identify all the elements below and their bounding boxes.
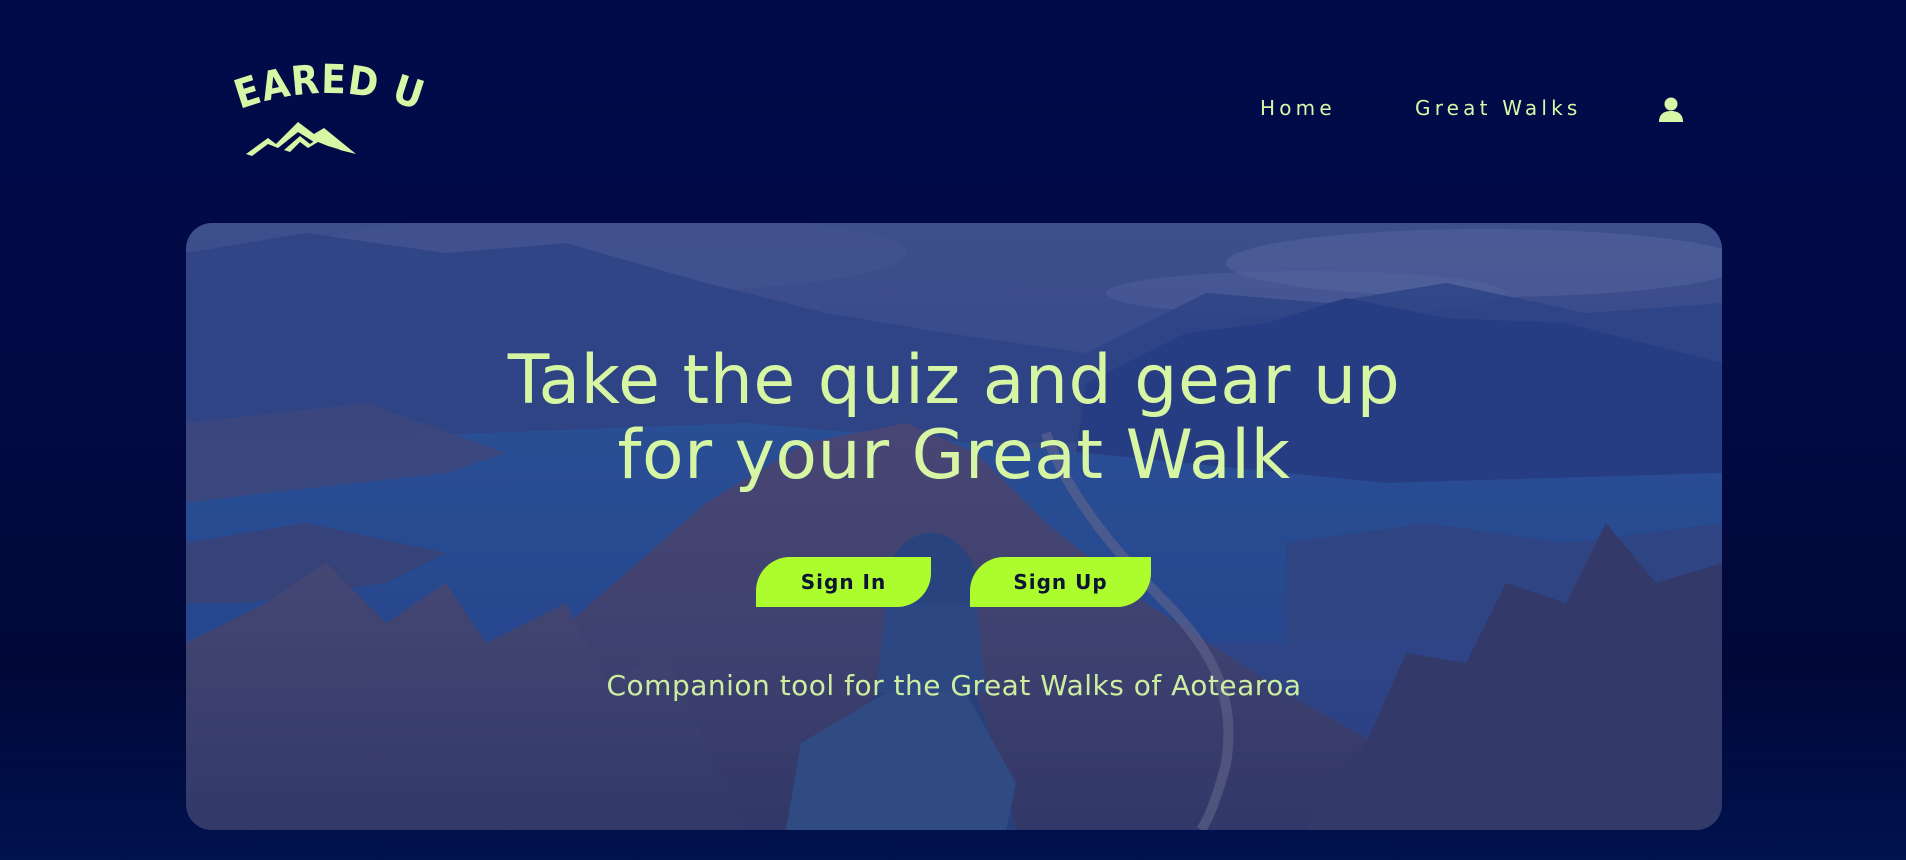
mountain-icon bbox=[246, 122, 356, 156]
geared-up-logo[interactable]: GEARED UP bbox=[213, 16, 429, 162]
hero-title-line-2: for your Great Walk bbox=[617, 416, 1291, 495]
hero-subtitle: Companion tool for the Great Walks of Ao… bbox=[606, 669, 1302, 702]
user-icon[interactable] bbox=[1657, 95, 1685, 123]
logo-graphic: GEARED UP bbox=[213, 16, 429, 156]
sign-up-button[interactable]: Sign Up bbox=[970, 557, 1151, 607]
nav-home-link[interactable]: Home bbox=[1260, 96, 1336, 120]
hero-overlay bbox=[186, 223, 1722, 830]
hero-section: Take the quiz and gear up for your Great… bbox=[186, 223, 1722, 830]
nav-great-walks-link[interactable]: Great Walks bbox=[1415, 96, 1582, 120]
logo-text: GEARED UP bbox=[213, 16, 430, 120]
hero-title: Take the quiz and gear up for your Great… bbox=[186, 343, 1722, 493]
sign-in-button[interactable]: Sign In bbox=[756, 557, 931, 607]
svg-text:GEARED UP: GEARED UP bbox=[228, 52, 428, 120]
hero-title-line-1: Take the quiz and gear up bbox=[507, 341, 1401, 420]
